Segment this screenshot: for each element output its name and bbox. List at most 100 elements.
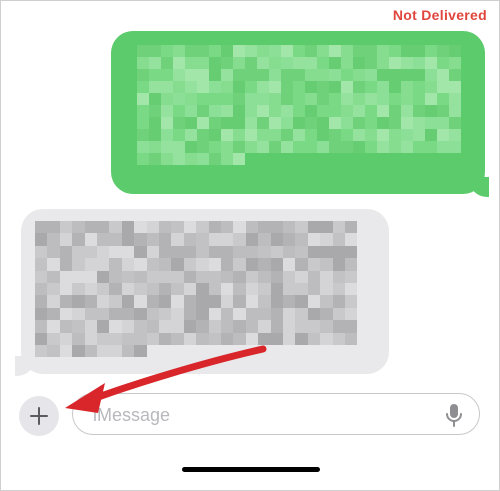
redacted-text-pixel (305, 81, 317, 93)
redacted-text-pixel (377, 129, 389, 141)
redacted-text-pixel (137, 93, 149, 105)
redacted-text-pixel (97, 332, 110, 345)
redacted-text-pixel (401, 57, 413, 69)
message-input[interactable]: iMessage (72, 393, 480, 435)
outgoing-message-bubble[interactable] (111, 31, 485, 194)
redacted-text-pixel (258, 295, 271, 308)
redacted-text-pixel (305, 45, 317, 57)
redacted-text-pixel (437, 141, 449, 153)
redacted-text-pixel (401, 105, 413, 117)
redacted-text-pixel (295, 221, 308, 234)
redacted-text-pixel (35, 345, 48, 358)
redacted-text-pixel (121, 345, 135, 358)
redacted-text-pixel (209, 117, 221, 129)
redacted-text-pixel (389, 141, 401, 153)
redacted-text-pixel (183, 295, 197, 308)
redacted-text-pixel (35, 245, 48, 259)
redacted-text-pixel (159, 258, 172, 271)
redacted-text-pixel (221, 69, 233, 81)
redacted-text-pixel (221, 307, 234, 321)
redacted-text-pixel (377, 141, 389, 153)
redacted-text-pixel (59, 258, 73, 271)
redacted-text-pixel (295, 283, 308, 296)
redacted-text-pixel (353, 81, 365, 93)
redacted-text-pixel (196, 245, 209, 259)
redacted-text-pixel (389, 45, 401, 57)
redacted-text-pixel (320, 245, 333, 259)
redacted-text-pixel (221, 295, 234, 308)
redacted-text-pixel (345, 245, 358, 259)
redacted-text-pixel (233, 233, 246, 246)
redacted-text-pixel (97, 270, 110, 283)
redacted-text-pixel (134, 307, 147, 321)
redacted-text-pixel (293, 129, 305, 141)
redacted-text-pixel (59, 270, 73, 283)
redacted-text-pixel (345, 283, 358, 296)
redacted-text-pixel (221, 129, 233, 141)
redacted-text-pixel (413, 117, 425, 129)
redacted-text-pixel (317, 93, 329, 105)
redacted-text-pixel (317, 129, 329, 141)
redacted-text-pixel (270, 245, 283, 259)
redacted-text-pixel (401, 69, 413, 81)
redacted-text-pixel (437, 69, 449, 81)
microphone-icon[interactable] (445, 403, 463, 427)
redacted-text-pixel (257, 129, 269, 141)
redacted-text-pixel (307, 332, 321, 345)
redacted-text-pixel (185, 129, 197, 141)
redacted-text-pixel (401, 45, 413, 57)
redacted-text-pixel (137, 141, 149, 153)
redacted-text-pixel (208, 245, 221, 259)
redacted-text-pixel (257, 45, 269, 57)
redacted-text-pixel (258, 320, 271, 333)
redacted-text-pixel (221, 332, 234, 345)
redacted-text-pixel (245, 57, 257, 69)
add-attachment-button[interactable] (19, 396, 59, 436)
redacted-text-pixel (137, 57, 149, 69)
redacted-text-pixel (281, 117, 293, 129)
redacted-text-pixel (449, 105, 461, 117)
redacted-text-pixel (270, 320, 283, 333)
incoming-message-bubble[interactable] (21, 209, 389, 374)
redacted-text-pixel (413, 69, 425, 81)
redacted-text-pixel (173, 105, 185, 117)
redacted-text-pixel (425, 57, 437, 69)
redacted-text-pixel (245, 320, 259, 333)
redacted-text-pixel (159, 332, 172, 345)
redacted-text-pixel (84, 307, 97, 321)
redacted-text-pixel (233, 81, 245, 93)
redacted-text-pixel (109, 258, 122, 271)
redacted-text-pixel (72, 233, 85, 246)
redacted-text-pixel (137, 153, 149, 165)
redacted-text-pixel (149, 153, 161, 165)
redacted-text-pixel (59, 233, 73, 246)
redacted-text-pixel (97, 245, 110, 259)
redacted-text-pixel (437, 45, 449, 57)
redacted-text-pixel (332, 307, 345, 321)
redacted-text-pixel (317, 141, 329, 153)
redacted-text-pixel (197, 153, 209, 165)
redacted-text-pixel (197, 93, 209, 105)
redacted-text-pixel (35, 320, 48, 333)
redacted-text-pixel (449, 117, 461, 129)
delivery-status: Not Delivered (392, 7, 487, 23)
redacted-text-pixel (183, 320, 197, 333)
redacted-text-pixel (257, 81, 269, 93)
redacted-text-pixel (121, 307, 135, 321)
redacted-text-pixel (149, 105, 161, 117)
redacted-text-pixel (257, 141, 269, 153)
redacted-text-pixel (437, 93, 449, 105)
redacted-text-pixel (341, 105, 353, 117)
message-input-placeholder: iMessage (93, 405, 171, 425)
redacted-text-pixel (389, 81, 401, 93)
redacted-text-pixel (389, 117, 401, 129)
redacted-text-pixel (295, 307, 308, 321)
redacted-text-pixel (233, 307, 246, 321)
redacted-text-pixel (134, 245, 147, 259)
redacted-text-pixel (159, 295, 172, 308)
redacted-text-pixel (109, 332, 122, 345)
redacted-text-pixel (173, 153, 185, 165)
redacted-text-pixel (185, 93, 197, 105)
redacted-text-pixel (121, 258, 135, 271)
redacted-text-pixel (183, 258, 197, 271)
